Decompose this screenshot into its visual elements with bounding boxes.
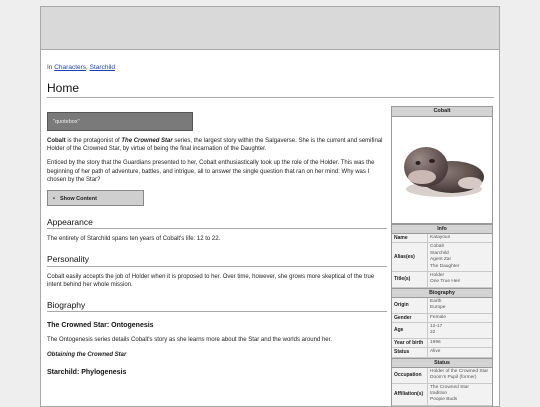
info-rows: Name Katayoun Alias(es) Cobalt Starchild Agen…: [392, 234, 492, 288]
infobox-row: Status Alive: [392, 348, 492, 358]
infobox-value-line: Female: [430, 314, 446, 320]
infobox-value-line: The Daughter: [430, 263, 460, 269]
infobox-value: Earth Europe: [428, 298, 492, 313]
infobox-value-line: One True Heir: [430, 279, 461, 285]
infobox-value: Alive: [428, 348, 492, 356]
biography-rows: Origin Earth Europe Gender Female Age 12-17 22 Y…: [392, 297, 492, 358]
category-link-starchild[interactable]: Starchild: [90, 64, 115, 71]
show-content-button[interactable]: • Show Content: [47, 190, 144, 207]
infobox-value-line: Doom's Pupil (former): [430, 375, 477, 381]
infobox-label: Title(s): [392, 272, 428, 287]
infobox-title: Cobalt: [392, 107, 492, 117]
infobox-value: Holder One True Heir: [428, 272, 492, 287]
infobox-value: Cobalt Starchild Agent Zar The Daughter: [428, 243, 492, 271]
infobox-value: Katayoun: [428, 234, 492, 242]
intro-series: The Crowned Star: [121, 138, 173, 144]
page-title: Home: [47, 81, 80, 95]
breadcrumb: In Characters, Starchild: [47, 64, 115, 71]
infobox-value-line: 1996: [430, 339, 441, 345]
breadcrumb-separator: ,: [86, 64, 88, 71]
infobox-row: Age 12-17 22: [392, 323, 492, 339]
intro-name: Cobalt: [47, 138, 66, 144]
status-rows: Occupation Holder of the Crowned Star Doom…: [392, 367, 492, 406]
section-heading-personality: Personality: [47, 255, 387, 267]
infobox-label: Origin: [392, 297, 428, 313]
infobox-value-line: Poopie Buds: [430, 397, 458, 403]
subheading-ontogenesis: The Crowned Star: Ontogenesis: [47, 322, 154, 330]
infobox-row: Affiliation(s) The Crowned Star tradition P…: [392, 383, 492, 406]
appearance-text: The entirety of Starchild spans ten year…: [47, 236, 221, 243]
infobox-value: 1996: [428, 339, 492, 347]
character-infobox: Cobalt Info Name Katayoun Alias(es) Coba…: [391, 106, 493, 406]
wiki-page: In Characters, Starchild Home "quotebox"…: [40, 6, 500, 407]
ontogenesis-text: The Ontogenesis series details Cobalt's …: [47, 337, 332, 344]
quotebox: "quotebox": [47, 112, 193, 131]
infobox-value-line: Katayoun: [430, 235, 451, 240]
intro-paragraph-2: Enticed by the story that the Guardians …: [47, 160, 375, 183]
infobox-label: Gender: [392, 313, 428, 323]
article-content: "quotebox" Cobalt is the protagonist of …: [47, 107, 387, 377]
infobox-label: Alias(es): [392, 243, 428, 272]
infobox-section-biography: Biography: [392, 287, 492, 298]
infobox-row: Title(s) Holder One True Heir: [392, 272, 492, 288]
infobox-value-line: Europe: [430, 305, 446, 311]
section-heading-appearance: Appearance: [47, 218, 387, 230]
intro-paragraph: Cobalt is the protagonist of The Crowned…: [47, 137, 387, 153]
infobox-row: Gender Female: [392, 313, 492, 324]
infobox-value: Holder of the Crowned Star Doom's Pupil (…: [428, 368, 492, 383]
category-link-characters[interactable]: Characters: [54, 64, 86, 71]
bullet-icon: •: [53, 196, 55, 203]
title-divider: [47, 97, 494, 98]
breadcrumb-prefix: In: [47, 64, 53, 71]
infobox-value: The Crowned Star tradition Poopie Buds: [428, 384, 492, 405]
infobox-value: 12-17 22: [428, 323, 492, 338]
infobox-row: Year of birth 1996: [392, 338, 492, 349]
infobox-row: Occupation Holder of the Crowned Star Doom…: [392, 367, 492, 384]
infobox-row: Origin Earth Europe: [392, 297, 492, 314]
infobox-value: Female: [428, 314, 492, 322]
infobox-row: Name Katayoun: [392, 234, 492, 244]
character-image: [392, 117, 492, 224]
infobox-section-status: Status: [392, 357, 492, 368]
infobox-value-line: 22: [430, 330, 436, 336]
section-heading-biography: Biography: [47, 301, 387, 313]
infobox-value-line: Alive: [430, 349, 441, 355]
infobox-row: Alias(es) Cobalt Starchild Agent Zar The Dau…: [392, 243, 492, 273]
character-image-figure: [404, 147, 484, 197]
infobox-label: Affiliation(s): [392, 383, 428, 405]
infobox-label: Year of birth: [392, 338, 428, 348]
obtaining-star-link[interactable]: Obtaining the Crowned Star: [47, 351, 387, 359]
subheading-phylogenesis: Starchild: Phylogenesis: [47, 368, 127, 376]
infobox-section-info: Info: [392, 224, 492, 234]
infobox-label: Age: [392, 323, 428, 338]
infobox-label: Occupation: [392, 367, 428, 383]
show-content-label: Show Content: [59, 196, 97, 203]
infobox-label: Status: [392, 348, 428, 357]
intro-text-a: is the protagonist of: [65, 138, 122, 144]
infobox-label: Name: [392, 234, 428, 243]
personality-text: Cobalt easily accepts the job of Holder …: [47, 273, 375, 288]
top-banner: [41, 7, 499, 50]
